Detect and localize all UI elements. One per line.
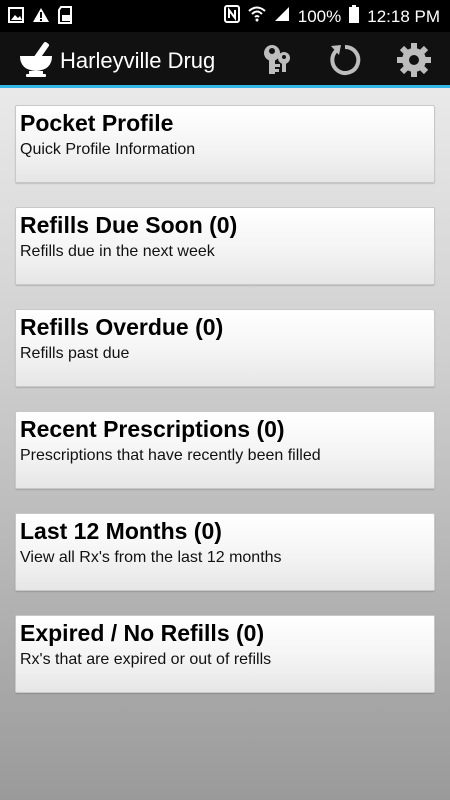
battery-percent: 100% <box>297 6 342 26</box>
app-bar: Harleyville Drug <box>0 32 450 88</box>
signal-icon <box>274 6 290 27</box>
card-subtitle: Rx's that are expired or out of refills <box>20 651 272 668</box>
warning-icon <box>32 7 50 28</box>
wifi-icon <box>248 6 266 27</box>
menu-card-refills-due-soon[interactable]: Refills Due Soon (0) Refills due in the … <box>15 207 435 285</box>
card-subtitle: Refills due in the next week <box>20 243 215 260</box>
image-icon <box>8 7 24 28</box>
status-bar-notifications <box>8 6 74 29</box>
card-title: Recent Prescriptions (0) <box>20 416 285 442</box>
menu-card-pocket-profile[interactable]: Pocket Profile Quick Profile Information <box>15 105 435 183</box>
card-title: Refills Overdue (0) <box>20 314 224 340</box>
card-title: Last 12 Months (0) <box>20 518 222 544</box>
card-subtitle: View all Rx's from the last 12 months <box>20 549 282 566</box>
settings-gear-icon[interactable] <box>396 42 432 78</box>
sd-card-icon <box>58 6 74 29</box>
unlock-keys-icon[interactable] <box>258 42 294 78</box>
card-subtitle: Prescriptions that have recently been fi… <box>20 447 321 464</box>
status-bar: 100% 12:18 PM <box>0 0 450 32</box>
card-subtitle: Quick Profile Information <box>20 141 196 158</box>
mortar-pestle-icon[interactable] <box>18 40 54 78</box>
app-title: Harleyville Drug <box>60 48 216 73</box>
card-title: Expired / No Refills (0) <box>20 620 265 646</box>
menu-list: Pocket Profile Quick Profile Information… <box>0 88 450 800</box>
card-title: Pocket Profile <box>20 110 174 136</box>
status-time: 12:18 PM <box>367 6 440 26</box>
nfc-icon <box>223 5 240 28</box>
card-subtitle: Refills past due <box>20 345 130 362</box>
menu-card-expired-no-refills[interactable]: Expired / No Refills (0) Rx's that are e… <box>15 615 435 693</box>
battery-icon <box>349 5 360 28</box>
card-title: Refills Due Soon (0) <box>20 212 238 238</box>
menu-card-last-12-months[interactable]: Last 12 Months (0) View all Rx's from th… <box>15 513 435 591</box>
status-bar-system: 100% 12:18 PM <box>223 5 440 28</box>
menu-card-refills-overdue[interactable]: Refills Overdue (0) Refills past due <box>15 309 435 387</box>
menu-card-recent-prescriptions[interactable]: Recent Prescriptions (0) Prescriptions t… <box>15 411 435 489</box>
refresh-icon[interactable] <box>327 42 363 78</box>
